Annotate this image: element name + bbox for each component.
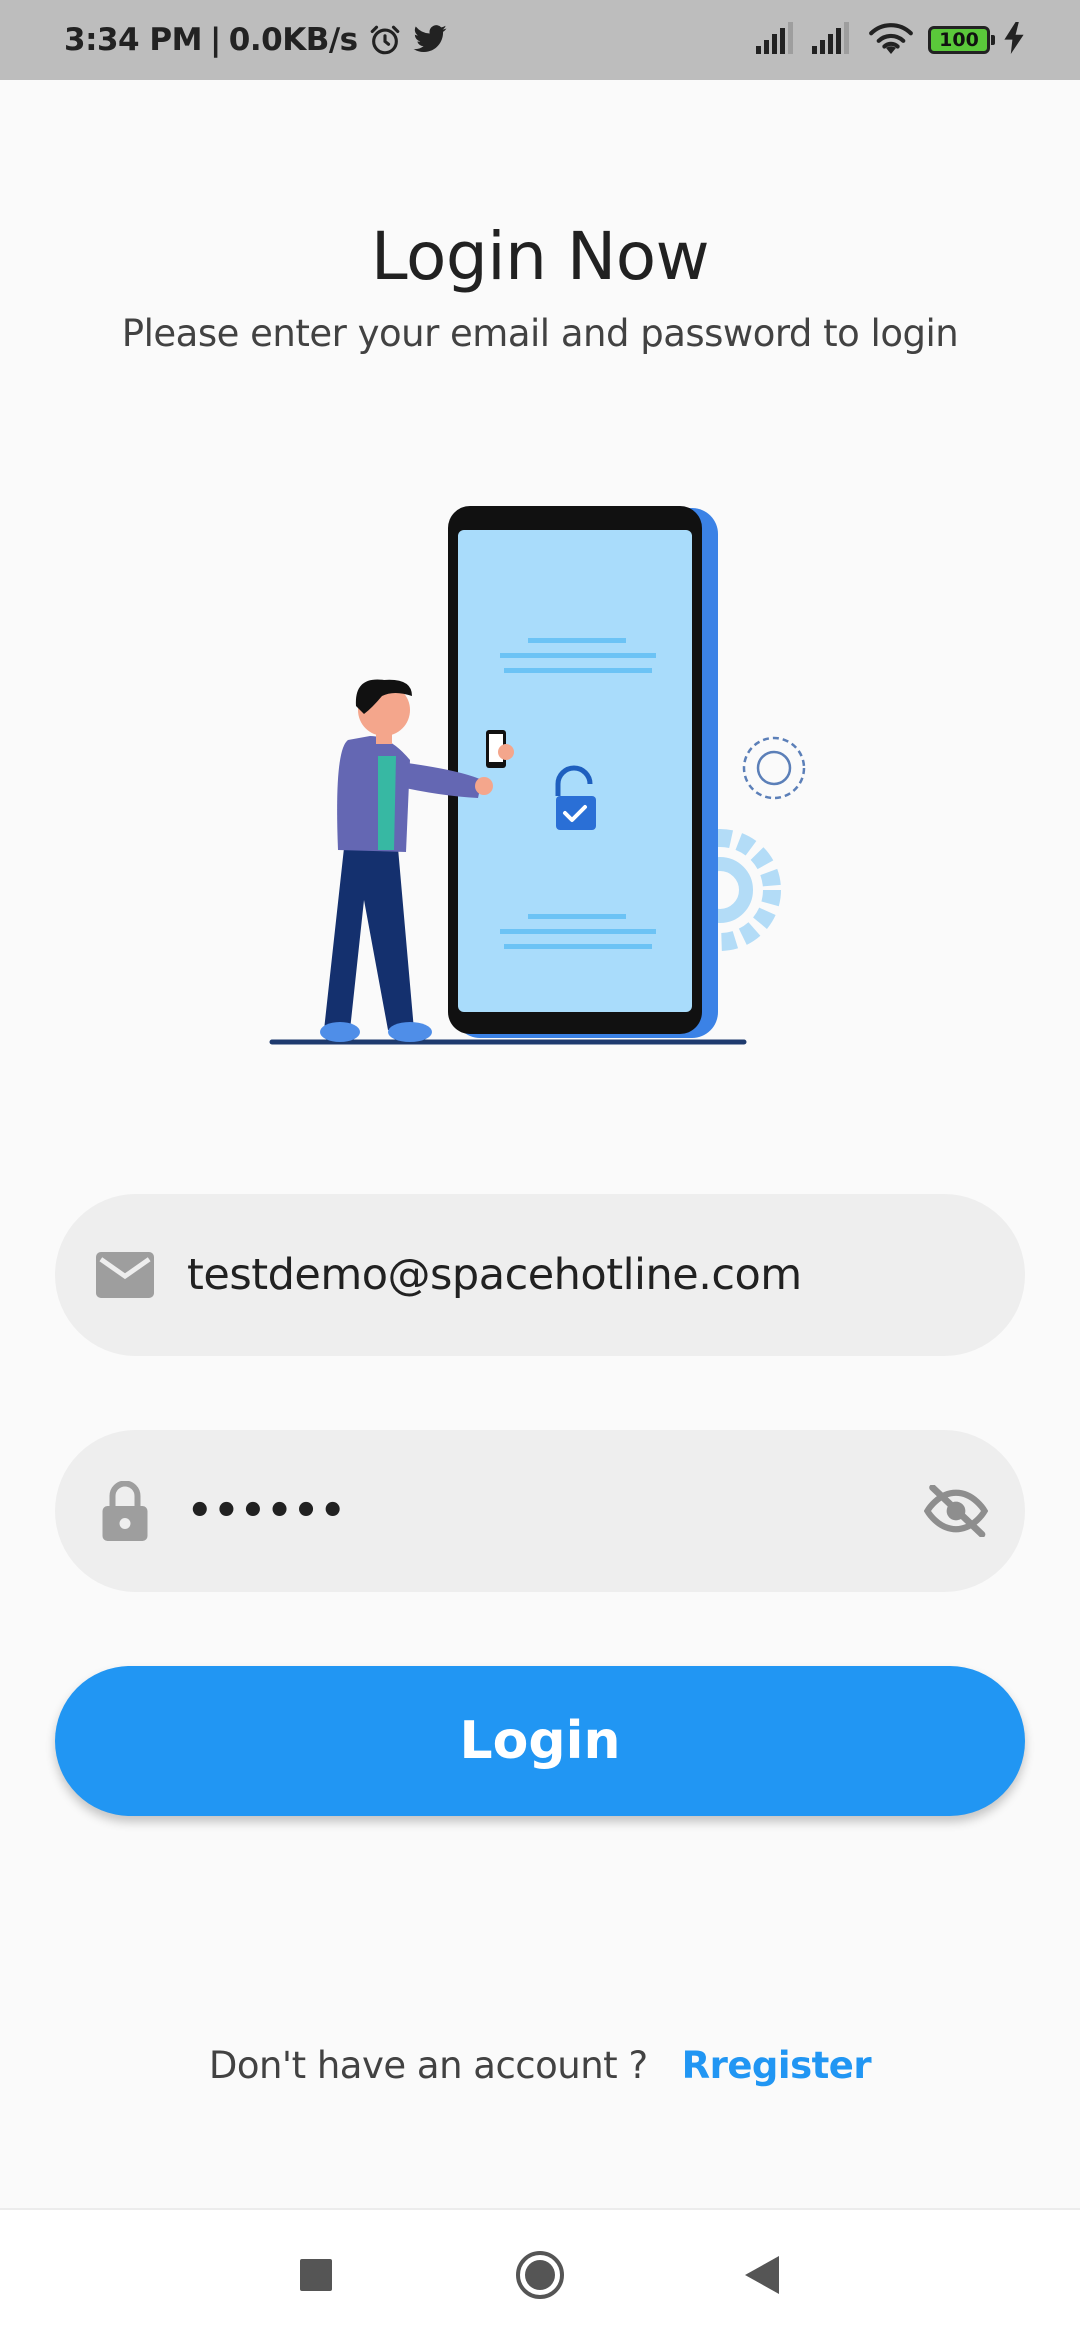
alarm-icon bbox=[368, 23, 402, 57]
email-icon bbox=[93, 1243, 157, 1307]
battery-level: 100 bbox=[939, 29, 979, 51]
status-network-speed: 0.0KB/s bbox=[228, 22, 358, 58]
password-value: •••••• bbox=[187, 1488, 347, 1534]
login-illustration bbox=[260, 500, 820, 1060]
navigation-bar bbox=[0, 2208, 1080, 2340]
register-row: Don't have an account ? Rregister bbox=[0, 2044, 1080, 2087]
gear-icon bbox=[742, 736, 806, 800]
back-icon[interactable] bbox=[745, 2256, 779, 2294]
status-bar: 3:34 PM | 0.0KB/s 100 bbox=[0, 0, 1080, 80]
email-value: testdemo@spacehotline.com bbox=[187, 1250, 802, 1300]
password-field[interactable]: •••••• bbox=[55, 1430, 1025, 1592]
register-prompt: Don't have an account ? bbox=[208, 2044, 648, 2087]
visibility-off-icon[interactable] bbox=[921, 1476, 991, 1546]
signal-icon bbox=[756, 21, 798, 59]
signal-icon bbox=[812, 21, 854, 59]
status-left: 3:34 PM | 0.0KB/s bbox=[64, 22, 448, 58]
twitter-icon bbox=[412, 24, 448, 56]
lock-icon bbox=[93, 1479, 157, 1543]
register-link[interactable]: Rregister bbox=[682, 2044, 872, 2087]
charging-icon bbox=[1004, 21, 1024, 59]
status-right: 100 bbox=[756, 21, 1024, 60]
login-button[interactable]: Login bbox=[55, 1666, 1025, 1816]
status-separator: | bbox=[209, 22, 221, 58]
recent-apps-icon[interactable] bbox=[300, 2259, 332, 2291]
home-icon[interactable] bbox=[514, 2249, 566, 2301]
status-time: 3:34 PM bbox=[64, 22, 202, 58]
battery-icon: 100 bbox=[928, 26, 995, 54]
wifi-icon bbox=[868, 21, 914, 60]
email-field[interactable]: testdemo@spacehotline.com bbox=[55, 1194, 1025, 1356]
page-subtitle: Please enter your email and password to … bbox=[121, 312, 959, 355]
page-title: Login Now bbox=[370, 218, 710, 295]
